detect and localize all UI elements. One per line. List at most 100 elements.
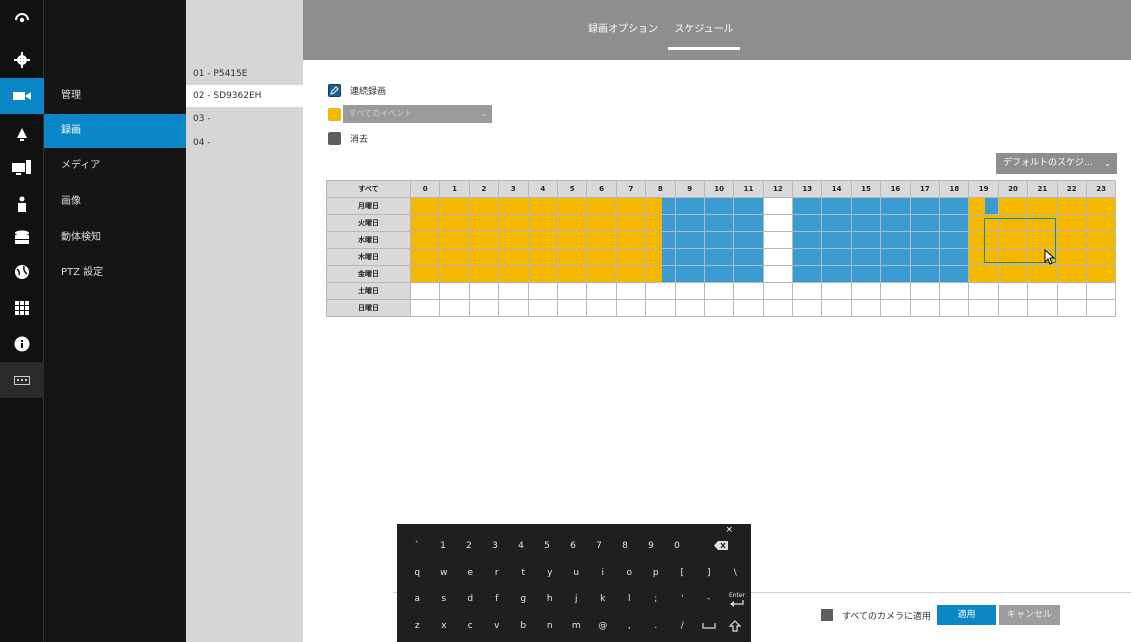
- schedule-cell[interactable]: [615, 231, 647, 249]
- user-icon[interactable]: [0, 186, 44, 222]
- schedule-cell[interactable]: [674, 231, 705, 249]
- apps-grid-icon[interactable]: [0, 290, 44, 326]
- alarm-bell-icon[interactable]: [0, 116, 44, 152]
- schedule-cell[interactable]: [674, 265, 705, 283]
- schedule-cell[interactable]: [821, 248, 852, 266]
- key[interactable]: ;: [643, 588, 670, 610]
- key[interactable]: `: [404, 535, 430, 557]
- schedule-cell[interactable]: [939, 299, 970, 317]
- key[interactable]: z: [404, 615, 431, 637]
- backspace-key[interactable]: [690, 535, 752, 557]
- hour-header-19[interactable]: 19: [968, 180, 999, 198]
- key[interactable]: 6: [560, 535, 586, 557]
- key[interactable]: s: [431, 588, 458, 610]
- schedule-cell[interactable]: [762, 299, 794, 317]
- schedule-cell[interactable]: [674, 248, 705, 266]
- schedule-cell[interactable]: [821, 265, 852, 283]
- hour-header-17[interactable]: 17: [909, 180, 941, 198]
- key[interactable]: 1: [430, 535, 456, 557]
- schedule-cell[interactable]: [645, 197, 676, 215]
- schedule-cell[interactable]: [498, 248, 529, 266]
- storage-database-icon[interactable]: [0, 220, 44, 256]
- key[interactable]: r: [484, 562, 511, 584]
- schedule-cell[interactable]: [880, 197, 911, 215]
- schedule-cell[interactable]: [880, 265, 911, 283]
- schedule-cell[interactable]: [586, 231, 617, 249]
- schedule-cell[interactable]: [880, 248, 911, 266]
- key[interactable]: m: [563, 615, 590, 637]
- schedule-cell[interactable]: [792, 197, 823, 215]
- schedule-cell[interactable]: [1056, 299, 1087, 317]
- schedule-cell[interactable]: [880, 282, 911, 300]
- hour-header-16[interactable]: 16: [880, 180, 911, 198]
- schedule-cell[interactable]: [586, 248, 617, 266]
- key[interactable]: ]: [696, 562, 723, 584]
- schedule-cell[interactable]: [645, 265, 676, 283]
- schedule-cell[interactable]: [468, 265, 500, 283]
- schedule-template-select[interactable]: デフォルトのスケジ... ⌄: [996, 153, 1117, 174]
- camera-icon[interactable]: [0, 78, 44, 114]
- schedule-cell[interactable]: [556, 197, 588, 215]
- schedule-cell[interactable]: [645, 214, 676, 232]
- schedule-cell[interactable]: [409, 214, 441, 232]
- schedule-cell[interactable]: [821, 197, 852, 215]
- settings-gear-icon[interactable]: [0, 42, 44, 78]
- day-label[interactable]: 土曜日: [326, 282, 411, 300]
- schedule-cell[interactable]: [586, 214, 617, 232]
- schedule-cell[interactable]: [850, 248, 882, 266]
- schedule-cell[interactable]: [1027, 282, 1058, 300]
- key[interactable]: 9: [638, 535, 664, 557]
- key[interactable]: h: [537, 588, 564, 610]
- hour-header-20[interactable]: 20: [997, 180, 1029, 198]
- key[interactable]: 0: [664, 535, 690, 557]
- hour-header-6[interactable]: 6: [586, 180, 617, 198]
- camera-item-03[interactable]: 03 -: [186, 108, 303, 130]
- keyboard-icon[interactable]: [0, 362, 44, 398]
- hour-header-21[interactable]: 21: [1027, 180, 1058, 198]
- camera-item-02[interactable]: 02 - SD9362EH: [186, 85, 303, 107]
- schedule-cell[interactable]: [762, 282, 794, 300]
- event-type-select[interactable]: すべてのイベント ⌄: [343, 105, 492, 123]
- schedule-cell[interactable]: [1056, 282, 1087, 300]
- schedule-cell[interactable]: [586, 299, 617, 317]
- schedule-cell[interactable]: [850, 265, 882, 283]
- key[interactable]: [: [669, 562, 696, 584]
- schedule-cell[interactable]: [1027, 265, 1058, 283]
- schedule-cell[interactable]: [997, 299, 1029, 317]
- schedule-cell[interactable]: [821, 282, 852, 300]
- schedule-cell[interactable]: [821, 299, 852, 317]
- menu-item-management[interactable]: 管理: [44, 79, 186, 113]
- schedule-cell[interactable]: [586, 197, 617, 215]
- schedule-cell[interactable]: [645, 282, 676, 300]
- key[interactable]: l: [616, 588, 643, 610]
- schedule-cell[interactable]: [468, 248, 500, 266]
- hour-header-2[interactable]: 2: [468, 180, 500, 198]
- hour-header-3[interactable]: 3: [498, 180, 529, 198]
- schedule-cell[interactable]: [850, 197, 882, 215]
- schedule-cell[interactable]: [850, 231, 882, 249]
- camera-item-04[interactable]: 04 -: [186, 132, 303, 154]
- schedule-cell[interactable]: [909, 214, 941, 232]
- key[interactable]: e: [457, 562, 484, 584]
- hour-header-11[interactable]: 11: [733, 180, 764, 198]
- schedule-cell[interactable]: [733, 214, 764, 232]
- tab-recording-options[interactable]: 録画オプション: [582, 20, 664, 50]
- erase-color-swatch[interactable]: [328, 131, 341, 145]
- schedule-cell[interactable]: [939, 214, 970, 232]
- schedule-cell[interactable]: [1085, 214, 1117, 232]
- key[interactable]: a: [404, 588, 431, 610]
- schedule-cell[interactable]: [468, 299, 500, 317]
- schedule-cell[interactable]: [615, 299, 647, 317]
- schedule-cell[interactable]: [733, 248, 764, 266]
- logo-icon[interactable]: [0, 0, 44, 36]
- schedule-cell[interactable]: [439, 197, 470, 215]
- hour-header-18[interactable]: 18: [939, 180, 970, 198]
- menu-item-media[interactable]: メディア: [44, 149, 186, 183]
- keyboard-close-button[interactable]: ×: [725, 525, 733, 535]
- key[interactable]: x: [431, 615, 458, 637]
- schedule-cell[interactable]: [792, 265, 823, 283]
- schedule-cell[interactable]: [821, 214, 852, 232]
- schedule-cell[interactable]: [439, 299, 470, 317]
- hour-header-0[interactable]: 0: [409, 180, 441, 198]
- key[interactable]: b: [510, 615, 537, 637]
